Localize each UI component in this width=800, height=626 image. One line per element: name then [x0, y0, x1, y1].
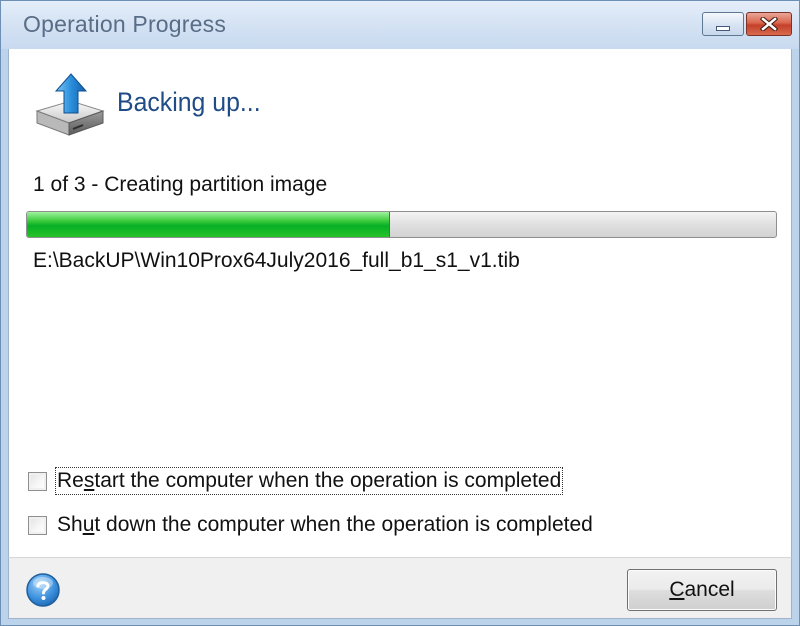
minimize-button[interactable] [702, 12, 744, 36]
progress-bar-fill [27, 212, 391, 237]
restart-checkbox[interactable] [28, 471, 47, 491]
restart-option[interactable]: Restart the computer when the operation … [28, 466, 564, 496]
progress-bar [26, 211, 777, 238]
backup-drive-icon [35, 73, 105, 136]
dialog-footer: Cancel [8, 557, 792, 619]
shutdown-checkbox[interactable] [28, 515, 47, 535]
backup-file-path: E:\BackUP\Win10Prox64July2016_full_b1_s1… [33, 249, 520, 272]
operation-heading: Backing up... [117, 87, 261, 117]
close-button[interactable] [746, 12, 792, 36]
title-bar[interactable]: Operation Progress [1, 1, 799, 49]
operation-progress-window: Operation Progress Backing up... 1 of 3 … [0, 0, 800, 626]
restart-label[interactable]: Restart the computer when the operation … [54, 467, 564, 495]
close-icon [760, 17, 778, 31]
shutdown-label[interactable]: Shut down the computer when the operatio… [56, 512, 594, 538]
minimize-icon [716, 25, 730, 31]
shutdown-option[interactable]: Shut down the computer when the operatio… [28, 510, 594, 540]
window-title: Operation Progress [23, 11, 227, 37]
dialog-content: Backing up... 1 of 3 - Creating partitio… [8, 49, 792, 557]
progress-step-text: 1 of 3 - Creating partition image [33, 173, 328, 196]
cancel-button[interactable]: Cancel [627, 569, 777, 611]
help-icon[interactable] [25, 572, 61, 608]
